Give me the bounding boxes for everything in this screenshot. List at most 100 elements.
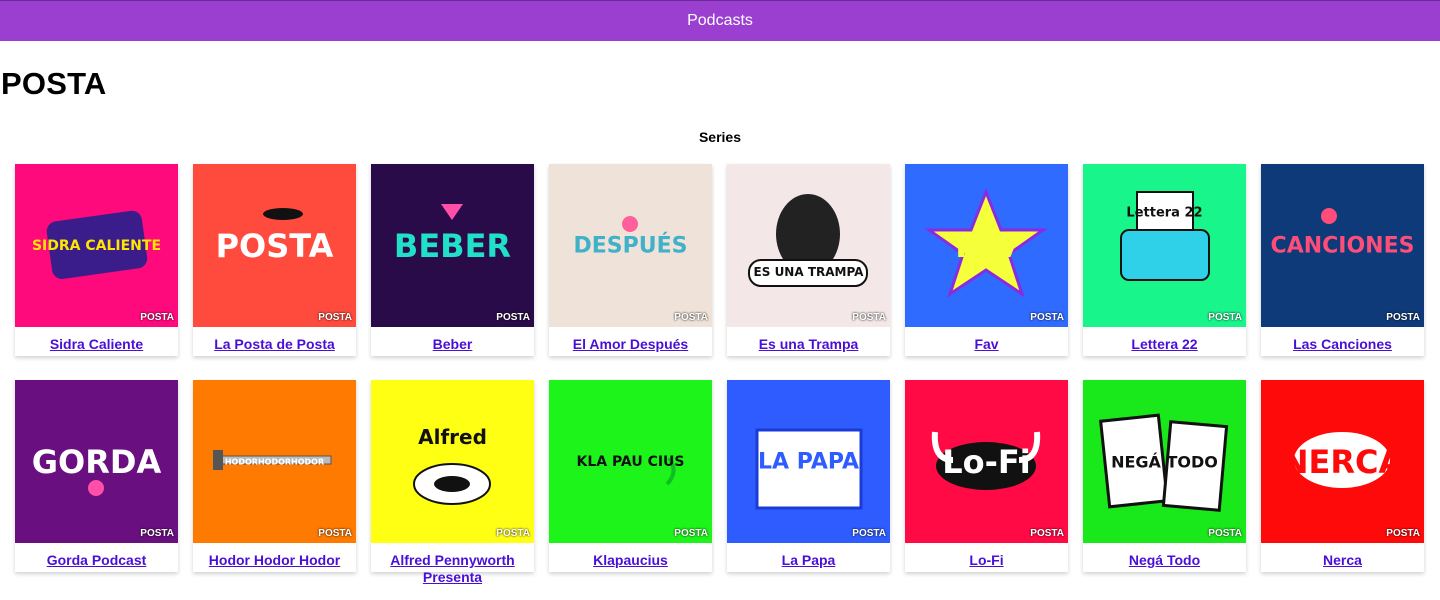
posta-logo: POSTA [674,312,708,323]
series-link[interactable]: Klapaucius [593,552,668,569]
series-label: Lettera 22 [1083,327,1246,356]
posta-logo: POSTA [318,312,352,323]
posta-logo: POSTA [1386,528,1420,539]
cover-title-text: NEGÁ TODO [1111,452,1218,471]
series-label: Lo-Fi [905,543,1068,572]
series-link[interactable]: Lo-Fi [969,552,1003,569]
series-link[interactable]: Nerca [1323,552,1362,569]
cover-decoration [748,194,868,287]
cover-title-text: SIDRA CALIENTE [31,237,162,254]
series-label: La Posta de Posta [193,327,356,356]
series-cover-image[interactable]: CANCIONES POSTA [1261,164,1424,327]
series-cover-image[interactable]: Alfred POSTA [371,380,534,543]
page-title: POSTA [1,66,107,101]
series-cover-image[interactable]: SIDRA CALIENTE POSTA [15,164,178,327]
posta-logo: POSTA [1208,528,1242,539]
cover-title-text: KLA PAU CIUS [576,453,685,470]
cover-decoration [1120,191,1210,281]
posta-logo: POSTA [674,528,708,539]
series-card[interactable]: BEBER POSTA Beber [371,164,534,356]
series-cover-image[interactable]: ES UNA TRAMPA POSTA [727,164,890,327]
series-cover-image[interactable]: NEGÁ TODO POSTA [1083,380,1246,543]
cover-title-text: Alfred [418,425,487,450]
series-cover-image[interactable]: POSTA POSTA [193,164,356,327]
posta-logo: POSTA [1030,528,1064,539]
series-cover-image[interactable]: BEBER POSTA [371,164,534,327]
series-link[interactable]: Fav [974,336,998,353]
posta-logo: POSTA [496,528,530,539]
cover-title-text: Fav [955,226,1018,265]
series-label: Klapaucius [549,543,712,572]
series-card[interactable]: Lo-Fi POSTA Lo-Fi [905,380,1068,572]
cover-title-text: GORDA [31,442,162,481]
series-link[interactable]: Es una Trampa [759,336,859,353]
series-label: Sidra Caliente [15,327,178,356]
series-cover-image[interactable]: HODORHODORHODOR POSTA [193,380,356,543]
series-card[interactable]: POSTA POSTA La Posta de Posta [193,164,356,356]
cover-title-text: LA PAPA [758,449,859,474]
series-card[interactable]: HODORHODORHODOR POSTA Hodor Hodor Hodor [193,380,356,572]
series-link[interactable]: La Papa [782,552,836,569]
series-card[interactable]: Lettera 22 POSTA Lettera 22 [1083,164,1246,356]
series-cover-image[interactable]: LA PAPA POSTA [727,380,890,543]
posta-logo: POSTA [318,528,352,539]
series-link[interactable]: Alfred Pennyworth Presenta [371,552,534,586]
series-label: Fav [905,327,1068,356]
posta-logo: POSTA [1208,312,1242,323]
posta-logo: POSTA [1030,312,1064,323]
series-grid: SIDRA CALIENTE POSTA Sidra Caliente POSTA PO… [15,164,1424,585]
series-label: Beber [371,327,534,356]
series-card[interactable]: Fav POSTA Fav [905,164,1068,356]
series-card[interactable]: NEGÁ TODO POSTA Negá Todo [1083,380,1246,572]
series-link[interactable]: Negá Todo [1129,552,1200,569]
posta-logo: POSTA [1386,312,1420,323]
series-card[interactable]: NERCA POSTA Nerca [1261,380,1424,572]
series-cover-image[interactable]: Fav POSTA [905,164,1068,327]
series-cover-image[interactable]: NERCA POSTA [1261,380,1424,543]
section-title: Series [698,129,742,145]
cover-title-text: HODORHODORHODOR [224,457,325,466]
cover-title-text: CANCIONES [1270,233,1415,258]
series-card[interactable]: KLA PAU CIUS POSTA Klapaucius [549,380,712,572]
series-label: Las Canciones [1261,327,1424,356]
series-cover-image[interactable]: KLA PAU CIUS POSTA [549,380,712,543]
series-cover-image[interactable]: DESPUÉS POSTA [549,164,712,327]
cover-decoration [413,463,491,505]
series-link[interactable]: Lettera 22 [1131,336,1197,353]
series-card[interactable]: SIDRA CALIENTE POSTA Sidra Caliente [15,164,178,356]
series-label: Es una Trampa [727,327,890,356]
series-label: El Amor Después [549,327,712,356]
header-title: Podcasts [687,12,753,29]
cover-title-text: Lo-Fi [942,442,1031,481]
posta-logo: POSTA [140,312,174,323]
cover-title-text: DESPUÉS [573,233,688,258]
series-cover-image[interactable]: Lettera 22 POSTA [1083,164,1246,327]
series-link[interactable]: Sidra Caliente [50,336,143,353]
series-cover-image[interactable]: Lo-Fi POSTA [905,380,1068,543]
series-card[interactable]: Alfred POSTA Alfred Pennyworth Presenta [371,380,534,585]
series-label: Hodor Hodor Hodor [193,543,356,572]
series-link[interactable]: Gorda Podcast [47,552,147,569]
series-link[interactable]: La Posta de Posta [214,336,335,353]
cover-title-text: ES UNA TRAMPA [753,264,864,279]
cover-title-text: Lettera 22 [1126,205,1203,221]
series-card[interactable]: GORDA POSTA Gorda Podcast [15,380,178,572]
cover-title-text: NERCA [1281,442,1404,481]
series-label: Gorda Podcast [15,543,178,572]
series-link[interactable]: Las Canciones [1293,336,1392,353]
series-cover-image[interactable]: GORDA POSTA [15,380,178,543]
series-label: Negá Todo [1083,543,1246,572]
series-card[interactable]: LA PAPA POSTA La Papa [727,380,890,572]
app-header: Podcasts [0,0,1440,41]
posta-logo: POSTA [496,312,530,323]
series-link[interactable]: Hodor Hodor Hodor [209,552,340,569]
series-label: Nerca [1261,543,1424,572]
cover-title-text: POSTA [215,226,334,265]
cover-title-text: BEBER [393,226,512,265]
series-link[interactable]: El Amor Después [573,336,688,353]
posta-logo: POSTA [140,528,174,539]
series-card[interactable]: ES UNA TRAMPA POSTA Es una Trampa [727,164,890,356]
series-card[interactable]: CANCIONES POSTA Las Canciones [1261,164,1424,356]
series-link[interactable]: Beber [433,336,473,353]
series-card[interactable]: DESPUÉS POSTA El Amor Después [549,164,712,356]
